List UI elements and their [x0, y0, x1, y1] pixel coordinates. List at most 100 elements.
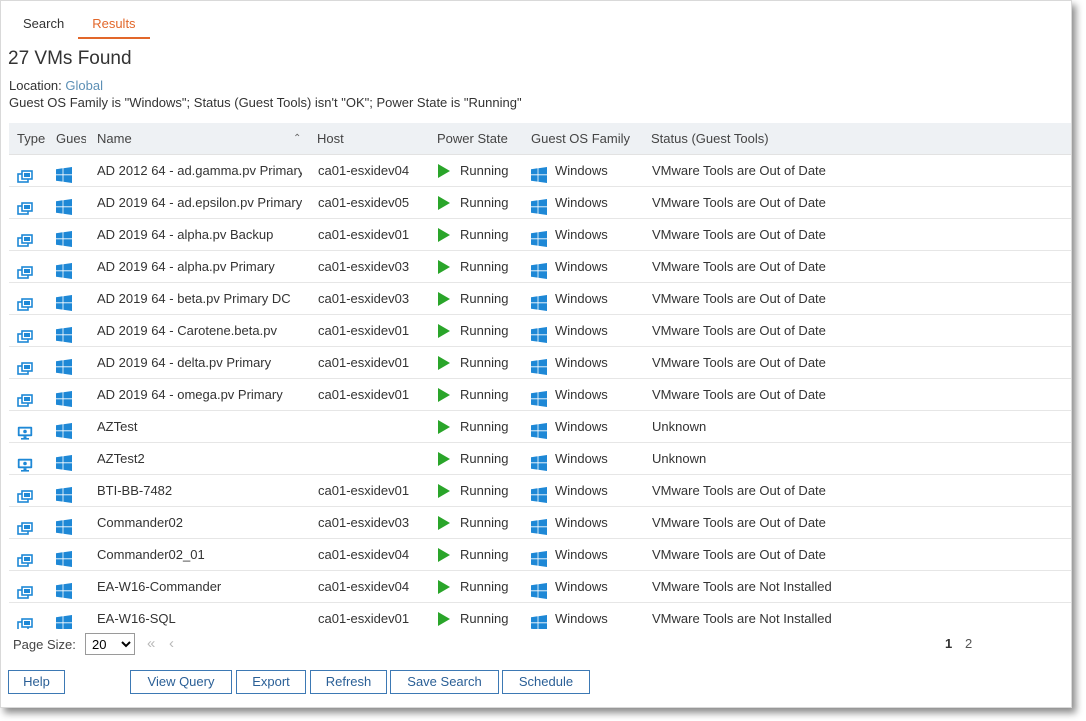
running-icon [438, 451, 450, 466]
windows-icon [531, 515, 547, 535]
guest-os-family-label: Windows [555, 323, 608, 338]
guest-os-cell [56, 507, 78, 538]
power-state-cell: Running [437, 315, 529, 346]
export-button[interactable]: Export [236, 670, 306, 694]
vm-icon [17, 164, 33, 183]
vm-name[interactable]: BTI-BB-7482 [97, 475, 302, 506]
power-state-cell: Running [437, 571, 529, 602]
guest-os-family-label: Windows [555, 355, 608, 370]
table-row[interactable]: EA-W16-Commander ca01-esxidev04 Running Win… [9, 571, 1071, 603]
windows-icon [56, 451, 72, 471]
running-icon [438, 259, 450, 274]
guest-os-family-cell: Windows [531, 475, 646, 506]
previous-page-icon[interactable]: ‹ [169, 635, 174, 652]
vm-name[interactable]: AZTest [97, 411, 302, 442]
vm-name[interactable]: AD 2012 64 - ad.gamma.pv Primary [97, 155, 302, 186]
table-row[interactable]: AD 2019 64 - Carotene.beta.pv ca01-esxide… [9, 315, 1071, 347]
table-row[interactable]: AZTest2 Running Windows Unknown [9, 443, 1071, 475]
table-row[interactable]: AD 2019 64 - alpha.pv Primary ca01-esxide… [9, 251, 1071, 283]
schedule-button[interactable]: Schedule [502, 670, 590, 694]
guest-os-family-cell: Windows [531, 539, 646, 570]
host-name: ca01-esxidev01 [318, 611, 410, 626]
guest-os-cell [56, 251, 78, 282]
guest-os-family-cell: Windows [531, 571, 646, 602]
table-row[interactable]: AD 2019 64 - ad.epsilon.pv Primary ca01-e… [9, 187, 1071, 219]
vm-name[interactable]: AD 2019 64 - omega.pv Primary [97, 379, 302, 410]
running-icon [438, 195, 450, 210]
power-state-label: Running [460, 195, 509, 210]
type-cell [17, 315, 43, 346]
table-row[interactable]: EA-W16-SQL ca01-esxidev01 Running Windows VM… [9, 603, 1071, 629]
table-row[interactable]: Commander02_01 ca01-esxidev04 Running Windo… [9, 539, 1071, 571]
view-query-button[interactable]: View Query [130, 670, 232, 694]
type-cell [17, 603, 43, 629]
vm-name[interactable]: AD 2019 64 - alpha.pv Backup [97, 219, 302, 250]
guest-os-family-cell: Windows [531, 187, 646, 218]
power-state-cell: Running [437, 507, 529, 538]
vm-name[interactable]: Commander02 [97, 507, 302, 538]
type-cell [17, 379, 43, 410]
running-icon [438, 163, 450, 178]
location-link[interactable]: Global [65, 78, 103, 93]
column-header-status[interactable]: Status (Guest Tools) [651, 123, 851, 155]
help-button[interactable]: Help [8, 670, 65, 694]
guest-os-family-cell: Windows [531, 283, 646, 314]
table-row[interactable]: AD 2019 64 - beta.pv Primary DC ca01-esxi… [9, 283, 1071, 315]
running-icon [438, 291, 450, 306]
column-header-type[interactable]: Type [17, 123, 49, 155]
page-size-select[interactable]: 20 [85, 633, 135, 655]
table-row[interactable]: AD 2019 64 - alpha.pv Backup ca01-esxidev… [9, 219, 1071, 251]
table-row[interactable]: AD 2019 64 - omega.pv Primary ca01-esxide… [9, 379, 1071, 411]
vm-name[interactable]: AD 2019 64 - beta.pv Primary DC [97, 283, 302, 314]
windows-icon [56, 515, 72, 535]
tab-results[interactable]: Results [78, 11, 150, 39]
vm-name[interactable]: AD 2019 64 - delta.pv Primary [97, 347, 302, 378]
page-size-label: Page Size: [13, 637, 76, 652]
tab-search[interactable]: Search [9, 11, 78, 39]
guest-os-cell [56, 187, 78, 218]
guest-os-family-label: Windows [555, 387, 608, 402]
table-row[interactable]: AZTest Running Windows Unknown [9, 411, 1071, 443]
guest-os-family-cell: Windows [531, 219, 646, 250]
windows-icon [531, 579, 547, 599]
guest-tools-status: VMware Tools are Out of Date [652, 259, 826, 274]
table-row[interactable]: AD 2012 64 - ad.gamma.pv Primary ca01-esx… [9, 155, 1071, 187]
windows-icon [56, 163, 72, 183]
guest-os-cell [56, 219, 78, 250]
column-header-host[interactable]: Host [317, 123, 427, 155]
guest-tools-status: VMware Tools are Out of Date [652, 547, 826, 562]
page-link-2[interactable]: 2 [965, 636, 972, 651]
column-header-guest-os[interactable]: Guest OS [56, 123, 86, 155]
guest-os-family-cell: Windows [531, 251, 646, 282]
vm-icon [17, 612, 33, 629]
grid-body: AD 2012 64 - ad.gamma.pv Primary ca01-esx… [9, 155, 1071, 629]
guest-os-family-label: Windows [555, 195, 608, 210]
refresh-button[interactable]: Refresh [310, 670, 387, 694]
host-name: ca01-esxidev01 [318, 227, 410, 242]
column-header-power-state[interactable]: Power State [437, 123, 529, 155]
first-page-icon[interactable]: « [147, 635, 155, 652]
power-state-label: Running [460, 451, 509, 466]
guest-tools-status: VMware Tools are Not Installed [652, 579, 832, 594]
vm-icon [17, 228, 33, 247]
guest-os-family-label: Windows [555, 547, 608, 562]
guest-os-family-label: Windows [555, 515, 608, 530]
column-header-guest-os-family[interactable]: Guest OS Family [531, 123, 646, 155]
vm-name[interactable]: EA-W16-SQL [97, 603, 302, 629]
table-row[interactable]: Commander02 ca01-esxidev03 Running Windows V… [9, 507, 1071, 539]
table-row[interactable]: BTI-BB-7482 ca01-esxidev01 Running Windows V… [9, 475, 1071, 507]
guest-tools-status: VMware Tools are Out of Date [652, 355, 826, 370]
vm-name[interactable]: EA-W16-Commander [97, 571, 302, 602]
table-row[interactable]: AD 2019 64 - delta.pv Primary ca01-esxide… [9, 347, 1071, 379]
column-header-name[interactable]: Name [97, 123, 287, 155]
guest-tools-status: Unknown [652, 419, 707, 434]
page-link-1[interactable]: 1 [945, 636, 952, 651]
vm-name[interactable]: AD 2019 64 - alpha.pv Primary [97, 251, 302, 282]
vm-name[interactable]: AD 2019 64 - Carotene.beta.pv [97, 315, 302, 346]
guest-os-cell [56, 411, 78, 442]
guest-os-family-label: Windows [555, 579, 608, 594]
vm-name[interactable]: AD 2019 64 - ad.epsilon.pv Primary [97, 187, 302, 218]
vm-name[interactable]: Commander02_01 [97, 539, 302, 570]
vm-name[interactable]: AZTest2 [97, 443, 302, 474]
save-search-button[interactable]: Save Search [390, 670, 499, 694]
